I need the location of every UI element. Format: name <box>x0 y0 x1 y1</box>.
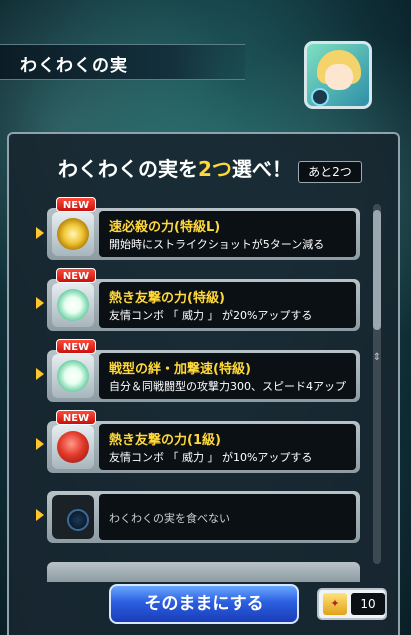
heading-post: 選べ！ <box>231 157 292 181</box>
fruit-option-4[interactable]: 熱き友撃の力(1級) 友情コンボ 「 威力 」 が10%アップする <box>47 421 360 473</box>
selector-arrow-icon <box>36 227 44 239</box>
option-description: 自分＆同戦闘型の攻撃力300、スピード4アップ <box>109 380 346 393</box>
skip-icon-frame <box>52 495 94 539</box>
remaining-badge: あと2つ <box>298 161 362 183</box>
panel-heading: わくわくの実を2つ選べ！ <box>58 153 292 182</box>
selector-arrow-icon <box>36 438 44 450</box>
page-title: わくわくの実 <box>20 56 128 76</box>
lotus-fruit-icon <box>57 289 89 321</box>
scrollbar-thumb[interactable] <box>373 210 381 330</box>
option-description: 友情コンボ 「 威力 」 が20%アップする <box>109 309 313 322</box>
selector-arrow-icon <box>36 368 44 380</box>
lotus-fruit-icon <box>57 360 89 392</box>
ticket-counter[interactable]: ✦ 10 <box>317 588 387 620</box>
scroll-grip-icon: ⇕ <box>372 352 382 363</box>
new-badge: NEW <box>56 410 96 425</box>
ticket-count: 10 <box>351 593 385 615</box>
avatar-face <box>325 64 353 90</box>
empty-fruit-icon <box>67 509 89 531</box>
fruit-icon-frame <box>52 354 94 398</box>
option-row-partial <box>47 562 360 582</box>
fruit-icon-frame <box>52 212 94 256</box>
selector-arrow-icon <box>36 509 44 521</box>
heading-pre: わくわくの実を <box>58 157 198 181</box>
fruit-option-3[interactable]: 戦型の絆・加撃速(特級) 自分＆同戦闘型の攻撃力300、スピード4アップ <box>47 350 360 402</box>
new-badge: NEW <box>56 339 96 354</box>
heading-count: 2つ <box>198 157 232 181</box>
character-avatar[interactable] <box>304 41 372 109</box>
skip-option[interactable]: わくわくの実を食べない <box>47 491 360 543</box>
scroll-ticket-icon: ✦ <box>323 593 347 615</box>
skip-label: わくわくの実を食べない <box>109 512 230 525</box>
option-name: 熱き友撃の力(1級) <box>109 433 221 448</box>
option-name: 熱き友撃の力(特級) <box>109 291 225 306</box>
fruit-icon-frame <box>52 283 94 327</box>
element-icon <box>311 88 329 106</box>
fruit-option-1[interactable]: 速必殺の力(特級L) 開始時にストライクショットが5ターン減る <box>47 208 360 260</box>
new-badge: NEW <box>56 268 96 283</box>
option-description: 開始時にストライクショットが5ターン減る <box>109 238 325 251</box>
red-fruit-icon <box>57 431 89 463</box>
fruit-option-2[interactable]: 熱き友撃の力(特級) 友情コンボ 「 威力 」 が20%アップする <box>47 279 360 331</box>
selector-arrow-icon <box>36 297 44 309</box>
fruit-icon-frame <box>52 425 94 469</box>
option-description: 友情コンボ 「 威力 」 が10%アップする <box>109 451 313 464</box>
title-bar: わくわくの実 <box>0 44 245 80</box>
gold-sphere-icon <box>57 218 89 250</box>
option-name: 速必殺の力(特級L) <box>109 220 221 235</box>
new-badge: NEW <box>56 197 96 212</box>
option-name: 戦型の絆・加撃速(特級) <box>109 362 251 377</box>
keep-as-is-button[interactable]: そのままにする <box>109 584 299 624</box>
